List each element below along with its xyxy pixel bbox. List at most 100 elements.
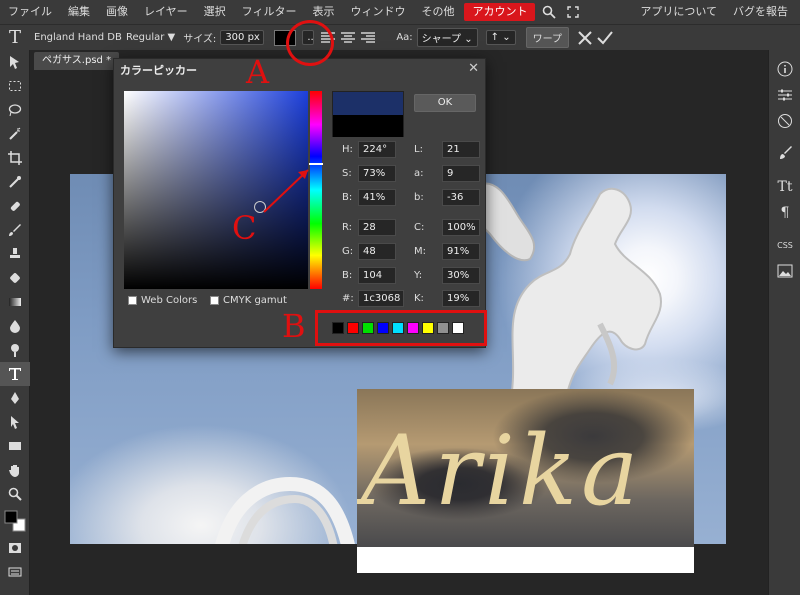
label-c: C: <box>414 222 425 233</box>
info-icon[interactable] <box>769 56 800 82</box>
close-icon[interactable]: ✕ <box>468 61 479 76</box>
zoom-tool-icon[interactable] <box>0 482 30 506</box>
dodge-tool-icon[interactable] <box>0 338 30 362</box>
brightness-input[interactable]: 41% <box>358 189 396 206</box>
hex-input[interactable]: 1c3068 <box>358 290 404 307</box>
warp-button[interactable]: ワープ <box>525 27 569 48</box>
color-preview <box>332 91 404 137</box>
label-m: M: <box>414 246 426 257</box>
document-tab[interactable]: ペガサス.psd * <box>34 52 120 70</box>
pen-tool-icon[interactable] <box>0 386 30 410</box>
lab-l-input[interactable]: 21 <box>442 141 480 158</box>
label-lab-b: b: <box>414 192 424 203</box>
new-color-swatch <box>333 92 403 115</box>
menu-filter[interactable]: フィルター <box>234 0 305 24</box>
menu-report-bug[interactable]: バグを報告 <box>725 0 796 24</box>
label-h: H: <box>342 144 353 155</box>
menu-select[interactable]: 選択 <box>196 0 234 24</box>
menu-edit[interactable]: 編集 <box>60 0 98 24</box>
antialias-value: シャープ <box>421 34 462 45</box>
adjustments-icon[interactable] <box>769 82 800 108</box>
menu-account[interactable]: アカウント <box>464 3 536 21</box>
menu-more[interactable]: その他 <box>413 0 462 24</box>
leading-select[interactable]: ↑ ⌄ <box>485 30 516 45</box>
brush-settings-icon[interactable] <box>769 140 800 166</box>
green-input[interactable]: 48 <box>358 243 396 260</box>
type-tool-icon[interactable] <box>0 362 30 386</box>
options-bar: T England Hand DB Regular ▼ サイズ: 300 px … <box>0 24 800 50</box>
menu-file[interactable]: ファイル <box>0 0 60 24</box>
old-color-swatch[interactable] <box>333 115 403 137</box>
ok-button[interactable]: OK <box>414 94 476 112</box>
align-center-icon[interactable] <box>338 29 358 47</box>
web-colors-option[interactable]: Web Colors <box>128 295 197 306</box>
hue-input[interactable]: 224° <box>358 141 396 158</box>
css-icon[interactable]: CSS <box>769 232 800 258</box>
color-swatches-icon[interactable] <box>0 506 30 536</box>
cancel-icon[interactable] <box>575 29 595 47</box>
magenta-input[interactable]: 91% <box>442 243 480 260</box>
clone-stamp-icon[interactable] <box>0 242 30 266</box>
rectangle-tool-icon[interactable] <box>0 434 30 458</box>
hand-tool-icon[interactable] <box>0 458 30 482</box>
size-label: サイズ: <box>183 34 217 45</box>
web-colors-checkbox[interactable] <box>128 296 137 305</box>
magic-wand-icon[interactable] <box>0 122 30 146</box>
dialog-title: カラーピッカー <box>120 64 197 77</box>
black-input[interactable]: 19% <box>442 290 480 307</box>
crop-tool-icon[interactable] <box>0 146 30 170</box>
quick-mask-icon[interactable] <box>0 536 30 560</box>
statue-tail-image <box>215 476 355 544</box>
fullscreen-icon[interactable] <box>561 0 585 24</box>
cmyk-gamut-checkbox[interactable] <box>210 296 219 305</box>
font-size-input[interactable]: 300 px <box>220 30 265 45</box>
text-layer-preview[interactable]: Arika <box>357 389 694 573</box>
label-hex: #: <box>342 293 354 304</box>
eraser-icon[interactable] <box>0 266 30 290</box>
brush-tool-icon[interactable] <box>0 218 30 242</box>
lasso-tool-icon[interactable] <box>0 98 30 122</box>
red-input[interactable]: 28 <box>358 219 396 236</box>
saturation-input[interactable]: 73% <box>358 165 396 182</box>
font-style-select[interactable]: Regular ▼ <box>122 32 179 43</box>
keyboard-icon[interactable] <box>0 560 30 584</box>
menu-about[interactable]: アプリについて <box>632 0 725 24</box>
menu-image[interactable]: 画像 <box>98 0 136 24</box>
lab-b-input[interactable]: -36 <box>442 189 480 206</box>
menu-window[interactable]: ウィンドウ <box>342 0 413 24</box>
cmyk-gamut-option[interactable]: CMYK gamut <box>210 295 287 306</box>
marquee-tool-icon[interactable] <box>0 74 30 98</box>
paragraph-panel-icon[interactable]: ¶ <box>769 200 800 226</box>
label-a: a: <box>414 168 424 179</box>
path-select-icon[interactable] <box>0 410 30 434</box>
blur-tool-icon[interactable] <box>0 314 30 338</box>
yellow-input[interactable]: 30% <box>442 267 480 284</box>
lab-a-input[interactable]: 9 <box>442 165 480 182</box>
gradient-tool-icon[interactable] <box>0 290 30 314</box>
annotation-box-b <box>315 310 487 346</box>
annotation-arrow-c <box>263 169 309 213</box>
right-panel-bar: Tt ¶ CSS <box>768 50 800 595</box>
move-tool-icon[interactable] <box>0 50 30 74</box>
healing-brush-icon[interactable] <box>0 194 30 218</box>
commit-check-icon[interactable] <box>595 29 615 47</box>
label-b: B: <box>342 192 353 203</box>
leading-value: ↑ <box>490 32 500 43</box>
search-icon[interactable] <box>537 0 561 24</box>
label-g: G: <box>342 246 354 257</box>
left-toolbar <box>0 50 30 595</box>
antialias-select[interactable]: シャープ ⌄ <box>416 28 478 47</box>
label-s: S: <box>342 168 352 179</box>
type-tool-icon: T <box>8 27 21 48</box>
align-right-icon[interactable] <box>358 29 378 47</box>
label-r: R: <box>342 222 353 233</box>
menu-layer[interactable]: レイヤー <box>136 0 196 24</box>
history-icon[interactable] <box>769 108 800 134</box>
blue-input[interactable]: 104 <box>358 267 396 284</box>
label-y: Y: <box>414 270 423 281</box>
image-panel-icon[interactable] <box>769 258 800 284</box>
eyedropper-icon[interactable] <box>0 170 30 194</box>
character-panel-icon[interactable]: Tt <box>769 174 800 200</box>
font-family-select[interactable]: England Hand DB <box>30 32 122 43</box>
cyan-input[interactable]: 100% <box>442 219 480 236</box>
